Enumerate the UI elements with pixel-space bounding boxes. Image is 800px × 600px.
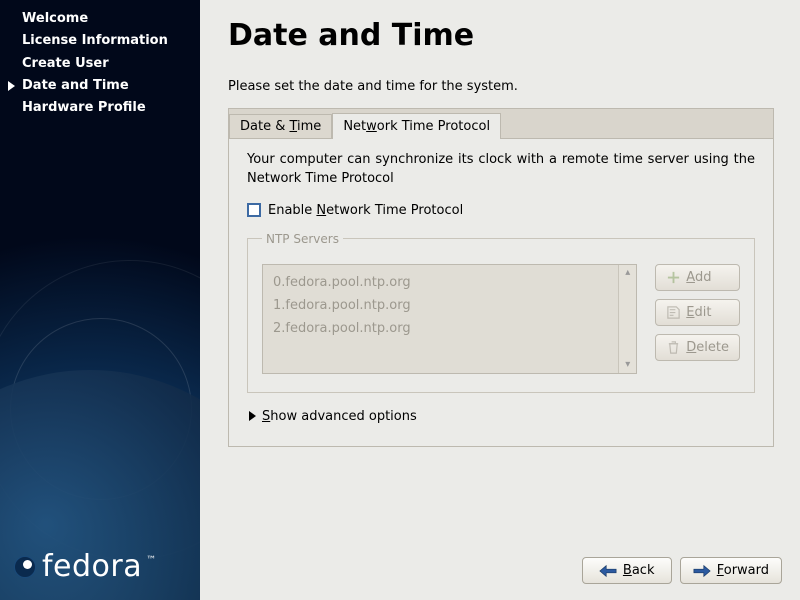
arrow-left-icon — [599, 564, 617, 578]
delete-button[interactable]: Delete — [655, 334, 740, 361]
arrow-right-icon — [693, 564, 711, 578]
sidebar-item-welcome[interactable]: Welcome — [0, 8, 200, 30]
tab-date-time-pre: Date & — [240, 119, 289, 134]
page-intro: Please set the date and time for the sys… — [228, 79, 774, 94]
add-icon — [666, 270, 681, 285]
sidebar-item-license[interactable]: License Information — [0, 30, 200, 52]
tab-date-time-post: ime — [297, 119, 321, 134]
page-title: Date and Time — [228, 18, 774, 53]
ntp-servers-listbox[interactable]: 0.fedora.pool.ntp.org 1.fedora.pool.ntp.… — [262, 264, 637, 374]
list-item[interactable]: 1.fedora.pool.ntp.org — [271, 294, 610, 317]
footer-nav: Back Forward — [200, 547, 800, 600]
ntp-descr: Your computer can synchronize its clock … — [247, 151, 755, 189]
enable-ntp-row[interactable]: Enable Network Time Protocol — [247, 203, 755, 218]
sidebar-nav: Welcome License Information Create User … — [0, 8, 200, 119]
tab-date-time[interactable]: Date & Time — [229, 114, 332, 138]
tab-ntp-pre: Net — [343, 119, 366, 134]
ntp-button-column: Add Edit Delete — [655, 264, 740, 361]
logo-bubble-icon — [14, 556, 36, 578]
logo-tm: ™ — [146, 555, 156, 566]
sidebar: Welcome License Information Create User … — [0, 0, 200, 600]
show-advanced-label: Show advanced options — [262, 409, 417, 424]
enable-ntp-checkbox[interactable] — [247, 203, 261, 217]
expand-icon — [249, 411, 256, 421]
logo-text: fedora — [42, 549, 142, 584]
edit-button[interactable]: Edit — [655, 299, 740, 326]
delete-icon — [666, 340, 681, 355]
tab-ntp-post: ork Time Protocol — [377, 119, 490, 134]
tab-date-time-u: T — [289, 119, 297, 134]
main-panel: Date and Time Please set the date and ti… — [200, 0, 800, 600]
scrollbar[interactable] — [618, 265, 636, 373]
sidebar-item-create-user[interactable]: Create User — [0, 53, 200, 75]
tab-row: Date & Time Network Time Protocol — [229, 109, 773, 139]
back-button[interactable]: Back — [582, 557, 672, 584]
sidebar-item-hardware-profile[interactable]: Hardware Profile — [0, 97, 200, 119]
list-item[interactable]: 0.fedora.pool.ntp.org — [271, 271, 610, 294]
enable-ntp-label: Enable Network Time Protocol — [268, 203, 463, 218]
sidebar-item-date-time[interactable]: Date and Time — [0, 75, 200, 97]
tab-ntp[interactable]: Network Time Protocol — [332, 113, 501, 139]
ntp-servers-fieldset: NTP Servers 0.fedora.pool.ntp.org 1.fedo… — [247, 232, 755, 393]
fedora-logo: fedora ™ — [14, 549, 156, 584]
add-button[interactable]: Add — [655, 264, 740, 291]
edit-icon — [666, 305, 681, 320]
list-item[interactable]: 2.fedora.pool.ntp.org — [271, 317, 610, 340]
tab-notebook: Date & Time Network Time Protocol Your c… — [228, 108, 774, 447]
ntp-servers-legend: NTP Servers — [262, 232, 343, 246]
tab-ntp-u: w — [366, 119, 377, 134]
tab-body-ntp: Your computer can synchronize its clock … — [229, 139, 773, 446]
show-advanced-toggle[interactable]: Show advanced options — [247, 409, 755, 424]
forward-button[interactable]: Forward — [680, 557, 782, 584]
